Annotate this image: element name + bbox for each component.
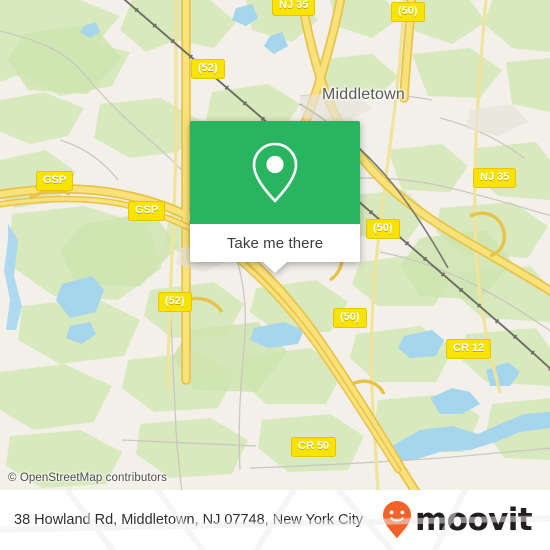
shield-label: (50) <box>373 222 393 234</box>
shield-label: (52) <box>165 295 185 307</box>
shield-label: NJ 35 <box>279 0 309 11</box>
road-shield: (50) <box>391 2 425 22</box>
osm-attribution[interactable]: © OpenStreetMap contributors <box>8 472 167 484</box>
road-shield: GSP <box>36 171 74 191</box>
road-shield: (52) <box>158 292 192 312</box>
place-label-text: Middletown <box>322 86 405 103</box>
map-viewport[interactable]: NJ 35 (50) (52) GSP GSP NJ 35 (50) (52) … <box>0 0 550 490</box>
road-shield: NJ 35 <box>473 168 517 188</box>
map-screen: NJ 35 (50) (52) GSP GSP NJ 35 (50) (52) … <box>0 0 550 550</box>
road-shield: (52) <box>191 59 225 79</box>
shield-label: (50) <box>340 311 360 323</box>
shield-label: CR 12 <box>453 342 485 354</box>
road-shield: (50) <box>366 219 400 239</box>
moovit-wordmark: moovit <box>415 501 533 538</box>
shield-label: GSP <box>43 174 67 186</box>
take-me-there-label: Take me there <box>226 234 324 252</box>
road-shield: (50) <box>333 308 367 328</box>
place-label-middletown: Middletown <box>322 86 405 104</box>
shield-label: GSP <box>135 204 159 216</box>
road-shield: NJ 35 <box>272 0 316 16</box>
take-me-there-button[interactable]: Take me there <box>190 224 360 262</box>
shield-label: CR 50 <box>298 440 330 452</box>
moovit-logo: moovit <box>382 500 536 540</box>
popup-pointer <box>263 262 287 273</box>
map-pin-icon <box>252 142 298 202</box>
road-shield: CR 12 <box>446 339 492 359</box>
shield-label: (50) <box>398 5 418 17</box>
popup-body <box>190 121 360 224</box>
address-bar: 38 Howland Rd, Middletown, NJ 07748, New… <box>0 490 550 550</box>
osm-attribution-text: © OpenStreetMap contributors <box>8 472 167 484</box>
road-shield: CR 50 <box>291 437 337 457</box>
address-text: 38 Howland Rd, Middletown, NJ 07748, New… <box>14 511 363 528</box>
moovit-pin-icon <box>383 501 412 539</box>
road-shield: GSP <box>128 201 166 221</box>
shield-label: (52) <box>198 62 218 74</box>
location-popup[interactable]: Take me there <box>190 121 360 273</box>
shield-label: NJ 35 <box>480 171 510 183</box>
